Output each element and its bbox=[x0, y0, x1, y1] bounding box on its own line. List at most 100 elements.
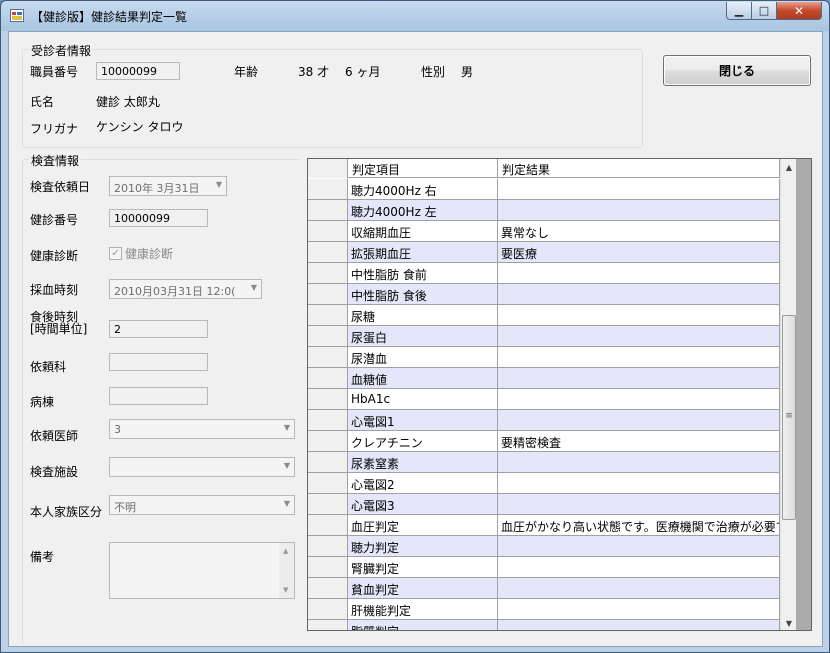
row-selector[interactable] bbox=[308, 431, 348, 452]
table-row[interactable]: 腎臓判定 bbox=[308, 557, 780, 578]
health-check-checkbox[interactable]: ✓ 健康診断 bbox=[109, 245, 173, 262]
close-form-button[interactable]: 閉じる bbox=[663, 55, 811, 86]
table-row[interactable]: 聴力4000Hz 右 bbox=[308, 179, 780, 200]
family-select[interactable]: 不明 ▼ bbox=[109, 495, 295, 515]
table-row[interactable]: 中性脂肪 食前 bbox=[308, 263, 780, 284]
cell-judgement-result[interactable] bbox=[498, 494, 780, 515]
cell-judgement-result[interactable] bbox=[498, 557, 780, 578]
table-row[interactable]: 中性脂肪 食後 bbox=[308, 284, 780, 305]
row-selector[interactable] bbox=[308, 200, 348, 221]
row-selector[interactable] bbox=[308, 536, 348, 557]
table-row[interactable]: 拡張期血圧 要医療 bbox=[308, 242, 780, 263]
row-selector[interactable] bbox=[308, 179, 348, 200]
ward-field[interactable] bbox=[109, 387, 208, 405]
row-selector[interactable] bbox=[308, 326, 348, 347]
remarks-scrollbar[interactable]: ▲ ▼ bbox=[279, 543, 294, 598]
cell-judgement-result[interactable] bbox=[498, 263, 780, 284]
cell-judgement-item[interactable]: 尿素窒素 bbox=[348, 452, 498, 473]
dept-field[interactable] bbox=[109, 353, 208, 371]
cell-judgement-result[interactable] bbox=[498, 368, 780, 389]
row-selector[interactable] bbox=[308, 221, 348, 242]
title-bar[interactable]: 【健診版】健診結果判定一覧 ▁ □ ✕ bbox=[1, 1, 829, 31]
row-selector[interactable] bbox=[308, 620, 348, 630]
row-selector[interactable] bbox=[308, 452, 348, 473]
scroll-down-icon[interactable]: ▼ bbox=[781, 615, 797, 630]
cell-judgement-item[interactable]: 尿潜血 bbox=[348, 347, 498, 368]
row-selector[interactable] bbox=[308, 368, 348, 389]
remarks-textarea[interactable]: ▲ ▼ bbox=[109, 542, 295, 599]
table-row[interactable]: 心電図1 bbox=[308, 410, 780, 431]
cell-judgement-item[interactable]: 心電図3 bbox=[348, 494, 498, 515]
table-row[interactable]: 聴力判定 bbox=[308, 536, 780, 557]
cell-judgement-item[interactable]: 心電図2 bbox=[348, 473, 498, 494]
checkup-no-field[interactable]: 10000099 bbox=[109, 209, 208, 227]
scroll-up-icon[interactable]: ▲ bbox=[781, 159, 797, 176]
table-row[interactable]: 肝機能判定 bbox=[308, 599, 780, 620]
table-row[interactable]: 心電図3 bbox=[308, 494, 780, 515]
request-date-picker[interactable]: 2010年 3月31日 ▼ bbox=[109, 176, 227, 196]
cell-judgement-result[interactable] bbox=[498, 284, 780, 305]
table-row[interactable]: 聴力4000Hz 左 bbox=[308, 200, 780, 221]
row-selector[interactable] bbox=[308, 284, 348, 305]
cell-judgement-result[interactable] bbox=[498, 305, 780, 326]
results-grid[interactable]: 判定項目 判定結果 聴力4000Hz 右聴力4000Hz 左収縮期血圧 異常なし拡… bbox=[307, 158, 812, 631]
postmeal-field[interactable]: 2 bbox=[109, 320, 208, 338]
cell-judgement-item[interactable]: 中性脂肪 食前 bbox=[348, 263, 498, 284]
blood-time-picker[interactable]: 2010月03月31日 12:0( ▼ bbox=[109, 279, 262, 299]
table-row[interactable]: 尿蛋白 bbox=[308, 326, 780, 347]
cell-judgement-result[interactable]: 異常なし bbox=[498, 221, 780, 242]
row-selector[interactable] bbox=[308, 305, 348, 326]
row-selector[interactable] bbox=[308, 473, 348, 494]
row-selector[interactable] bbox=[308, 347, 348, 368]
row-selector[interactable] bbox=[308, 599, 348, 620]
row-selector[interactable] bbox=[308, 557, 348, 578]
cell-judgement-result[interactable] bbox=[498, 452, 780, 473]
cell-judgement-item[interactable]: 聴力4000Hz 右 bbox=[348, 179, 498, 200]
cell-judgement-item[interactable]: クレアチニン bbox=[348, 431, 498, 452]
header-judgement-item[interactable]: 判定項目 bbox=[348, 159, 498, 178]
table-row[interactable]: クレアチニン 要精密検査 bbox=[308, 431, 780, 452]
table-row[interactable]: 心電図2 bbox=[308, 473, 780, 494]
cell-judgement-result[interactable] bbox=[498, 347, 780, 368]
table-row[interactable]: 血糖値 bbox=[308, 368, 780, 389]
cell-judgement-item[interactable]: 貧血判定 bbox=[348, 578, 498, 599]
cell-judgement-result[interactable]: 要医療 bbox=[498, 242, 780, 263]
row-selector[interactable] bbox=[308, 242, 348, 263]
table-row[interactable]: 貧血判定 bbox=[308, 578, 780, 599]
cell-judgement-result[interactable] bbox=[498, 326, 780, 347]
table-row[interactable]: 収縮期血圧 異常なし bbox=[308, 221, 780, 242]
cell-judgement-item[interactable]: 聴力判定 bbox=[348, 536, 498, 557]
row-selector[interactable] bbox=[308, 263, 348, 284]
row-selector[interactable] bbox=[308, 494, 348, 515]
cell-judgement-item[interactable]: 尿糖 bbox=[348, 305, 498, 326]
cell-judgement-item[interactable]: 中性脂肪 食後 bbox=[348, 284, 498, 305]
cell-judgement-item[interactable]: 脂質判定 bbox=[348, 620, 498, 630]
cell-judgement-result[interactable] bbox=[498, 578, 780, 599]
row-selector[interactable] bbox=[308, 389, 348, 410]
table-row[interactable]: HbA1c bbox=[308, 389, 780, 410]
cell-judgement-item[interactable]: HbA1c bbox=[348, 389, 498, 410]
cell-judgement-result[interactable] bbox=[498, 599, 780, 620]
minimize-button[interactable]: ▁ bbox=[726, 2, 752, 20]
cell-judgement-result[interactable] bbox=[498, 473, 780, 494]
scroll-thumb[interactable]: ≡ bbox=[782, 315, 796, 520]
table-row[interactable]: 尿潜血 bbox=[308, 347, 780, 368]
maximize-button[interactable]: □ bbox=[751, 2, 777, 20]
header-judgement-result[interactable]: 判定結果 bbox=[498, 159, 780, 178]
cell-judgement-item[interactable]: 心電図1 bbox=[348, 410, 498, 431]
cell-judgement-result[interactable] bbox=[498, 620, 780, 630]
cell-judgement-result[interactable]: 要精密検査 bbox=[498, 431, 780, 452]
cell-judgement-item[interactable]: 聴力4000Hz 左 bbox=[348, 200, 498, 221]
row-selector[interactable] bbox=[308, 410, 348, 431]
cell-judgement-result[interactable] bbox=[498, 200, 780, 221]
cell-judgement-result[interactable]: 血圧がかなり高い状態です。医療機関で治療が必要で... bbox=[498, 515, 780, 536]
cell-judgement-item[interactable]: 尿蛋白 bbox=[348, 326, 498, 347]
cell-judgement-item[interactable]: 収縮期血圧 bbox=[348, 221, 498, 242]
cell-judgement-item[interactable]: 血圧判定 bbox=[348, 515, 498, 536]
table-row[interactable]: 血圧判定 血圧がかなり高い状態です。医療機関で治療が必要で... bbox=[308, 515, 780, 536]
table-row[interactable]: 尿糖 bbox=[308, 305, 780, 326]
cell-judgement-result[interactable] bbox=[498, 536, 780, 557]
cell-judgement-result[interactable] bbox=[498, 179, 780, 200]
employee-no-field[interactable]: 10000099 bbox=[96, 62, 180, 80]
doctor-select[interactable]: 3 ▼ bbox=[109, 419, 295, 439]
